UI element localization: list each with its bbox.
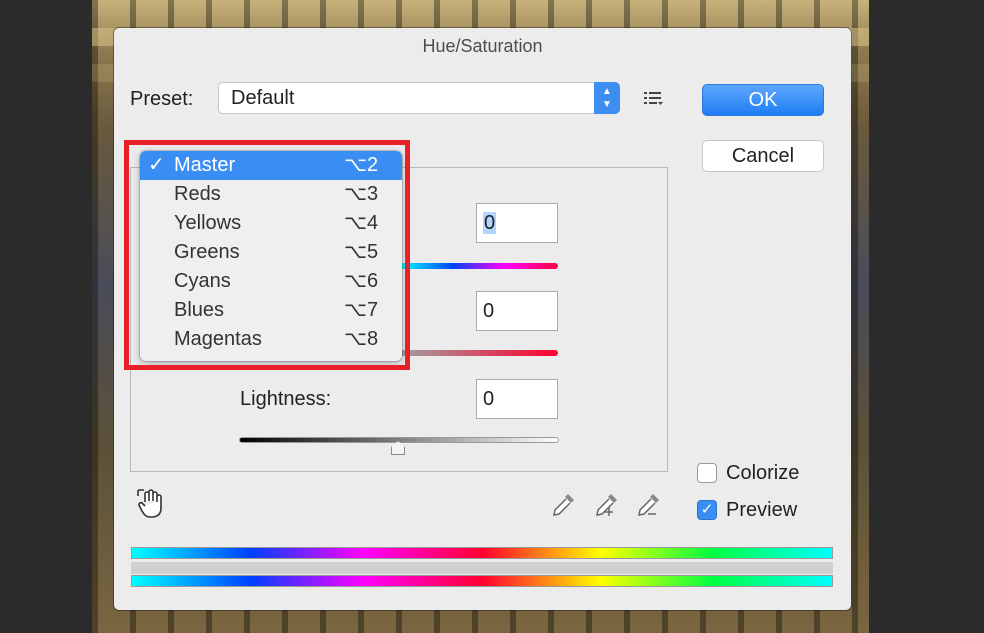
preset-options-menu-icon[interactable] xyxy=(642,88,664,108)
output-color-spectrum-bar xyxy=(131,575,833,587)
preset-select[interactable]: Default ▲ ▼ xyxy=(218,82,620,114)
input-color-spectrum-bar xyxy=(131,547,833,559)
saturation-field[interactable]: 0 xyxy=(476,291,558,331)
dialog-title: Hue/Saturation xyxy=(422,36,543,56)
preset-label: Preset: xyxy=(130,88,194,110)
colorize-checkbox[interactable] xyxy=(697,463,717,483)
preset-value: Default xyxy=(231,87,295,109)
annotation-highlight-box xyxy=(124,140,410,370)
hue-value: 0 xyxy=(483,212,497,234)
lightness-label: Lightness: xyxy=(240,388,332,410)
targeted-adjustment-hand-icon[interactable] xyxy=(136,488,166,520)
eyedropper-icon[interactable] xyxy=(550,490,578,520)
lightness-value: 0 xyxy=(483,388,495,410)
hue-slider[interactable] xyxy=(400,263,558,269)
colorize-label: Colorize xyxy=(726,462,800,484)
preview-checkbox[interactable]: ✓ xyxy=(697,500,717,520)
saturation-slider[interactable] xyxy=(400,350,558,356)
eyedropper-minus-icon[interactable] xyxy=(635,490,663,520)
spectrum-gap xyxy=(131,562,833,574)
saturation-value: 0 xyxy=(483,300,495,322)
hue-field[interactable]: 0 xyxy=(476,203,558,243)
lightness-field[interactable]: 0 xyxy=(476,379,558,419)
select-stepper-icon: ▲ ▼ xyxy=(594,82,620,114)
eyedropper-plus-icon[interactable] xyxy=(593,490,621,520)
ok-button[interactable]: OK xyxy=(702,84,824,116)
preview-label: Preview xyxy=(726,499,798,521)
checkmark-icon: ✓ xyxy=(700,501,714,518)
cancel-button[interactable]: Cancel xyxy=(702,140,824,172)
